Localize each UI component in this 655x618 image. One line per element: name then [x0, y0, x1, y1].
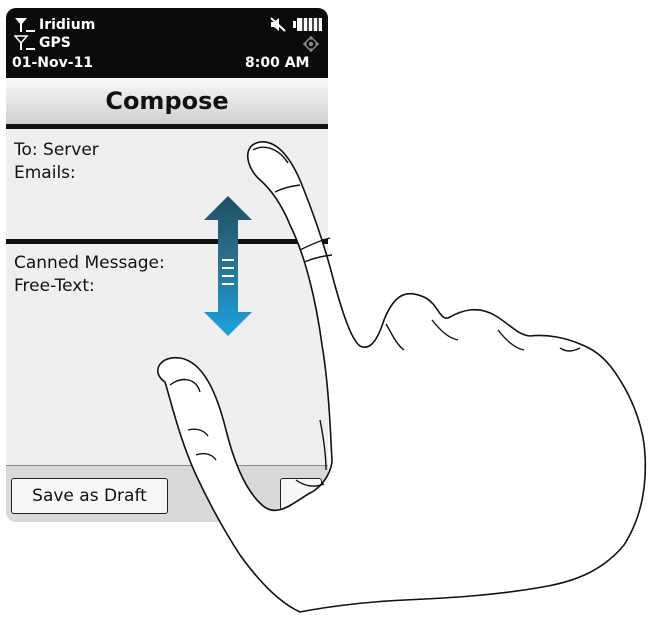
scroll-arrow-icon — [204, 196, 252, 336]
gesture-overlay — [157, 141, 647, 613]
